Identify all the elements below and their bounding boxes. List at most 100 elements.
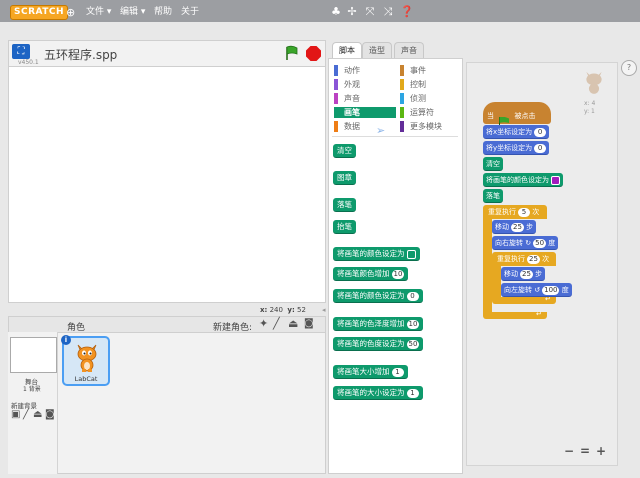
category-list-left: 动作 外观 声音 画笔 数据 — [334, 65, 396, 132]
repeat-outer-label: 重复执行 5 次 — [488, 207, 540, 217]
turn-left-block[interactable]: 向左旋转 ↺ 100 度 — [501, 283, 572, 297]
move-block-2[interactable]: 移动 25 步 — [501, 267, 546, 281]
cat-sprite-icon — [77, 344, 97, 372]
move-block-1[interactable]: 移动 25 步 — [492, 220, 537, 234]
arg-input[interactable]: 10 — [406, 319, 420, 329]
green-flag-icon — [498, 111, 510, 127]
category-pen[interactable]: 画笔 — [334, 107, 396, 118]
arg-input[interactable]: 100 — [542, 285, 560, 295]
block-set-pen-shade[interactable]: 将画笔的色度设定为 50 — [333, 337, 424, 351]
duplicate-icon[interactable]: ♣ — [330, 4, 342, 20]
pen-down-block[interactable]: 落笔 — [483, 189, 503, 203]
sprite-name: LabCat — [74, 375, 98, 383]
category-sensing[interactable]: 侦测 — [400, 93, 460, 104]
color-swatch[interactable] — [551, 175, 560, 185]
tab-sounds[interactable]: 声音 — [394, 42, 424, 58]
rotate-ccw-icon: ↺ — [534, 286, 541, 294]
sprite-x-info: x: 4 — [584, 100, 596, 107]
backdrop-library-icon[interactable]: ▣ — [11, 409, 20, 420]
zoom-out-icon[interactable]: − — [564, 444, 574, 458]
sprite-y-info: y: 1 — [584, 108, 595, 115]
sprite-library-icon[interactable]: ✦ — [259, 317, 268, 330]
tab-costumes[interactable]: 造型 — [362, 42, 392, 58]
set-y-block[interactable]: 将y坐标设定为 0 — [483, 141, 550, 155]
help-icon[interactable]: ❓ — [400, 4, 414, 20]
arg-input[interactable]: 0 — [534, 127, 547, 137]
loop-arrow-icon: ↵ — [536, 310, 542, 318]
info-icon[interactable]: i — [61, 335, 71, 345]
category-looks[interactable]: 外观 — [334, 79, 396, 90]
camera-backdrop-icon[interactable]: ◙ — [45, 409, 55, 420]
version-label: v450.1 — [18, 59, 39, 66]
menu-edit[interactable]: 编辑 ▾ — [120, 5, 145, 20]
repeat-outer-arm — [483, 219, 492, 312]
category-motion[interactable]: 动作 — [334, 65, 396, 76]
upload-sprite-icon[interactable]: ⏏ — [288, 317, 298, 330]
palette-divider — [332, 136, 458, 137]
menu-about[interactable]: 关于 — [181, 5, 199, 20]
stage-canvas[interactable] — [8, 66, 326, 303]
delete-icon[interactable]: ✢ — [346, 4, 358, 20]
zoom-in-icon[interactable]: + — [596, 444, 606, 458]
block-pen-up[interactable]: 抬笔 — [333, 220, 356, 234]
arg-input[interactable]: 50 — [533, 238, 547, 248]
category-data[interactable]: 数据 — [334, 121, 396, 132]
arg-input[interactable]: 5 — [518, 207, 530, 217]
block-set-pen-color-num[interactable]: 将画笔的颜色设定为 0 — [333, 289, 423, 303]
set-pen-color-block[interactable]: 将画笔的颜色设定为 — [483, 173, 563, 187]
category-list-right: 事件 控制 侦测 运算符 更多模块 — [400, 65, 460, 132]
arg-input[interactable]: 10 — [391, 269, 405, 279]
shrink-icon[interactable]: ⤨ — [382, 4, 394, 20]
block-change-pen-shade[interactable]: 将画笔的色泽度增加 10 — [333, 317, 424, 331]
new-sprite-label: 新建角色: — [213, 323, 253, 333]
block-change-pen-color[interactable]: 将画笔颜色增加 10 — [333, 267, 409, 281]
paint-new-sprite-icon[interactable]: ╱ — [273, 317, 280, 330]
stop-icon[interactable] — [306, 46, 321, 61]
arg-input[interactable]: 1 — [391, 367, 404, 377]
category-operators[interactable]: 运算符 — [400, 107, 460, 118]
clear-block[interactable]: 清空 — [483, 157, 503, 171]
block-clear[interactable]: 清空 — [333, 144, 356, 158]
arg-input[interactable]: 1 — [406, 388, 419, 398]
block-change-pen-size[interactable]: 将画笔大小增加 1 — [333, 365, 408, 379]
menu-help[interactable]: 帮助 — [154, 5, 172, 20]
repeat-inner-arm — [492, 266, 501, 298]
category-more-blocks[interactable]: 更多模块 — [400, 121, 460, 132]
block-stamp[interactable]: 图章 — [333, 171, 356, 185]
block-set-pen-color-swatch[interactable]: 将画笔的颜色设定为 — [333, 247, 420, 261]
sprite-tile[interactable]: i LabCat — [61, 335, 110, 386]
category-sound[interactable]: 声音 — [334, 93, 396, 104]
scratch-logo[interactable]: SCRATCH — [10, 5, 69, 20]
green-flag-icon[interactable] — [284, 45, 300, 61]
category-events[interactable]: 事件 — [400, 65, 460, 76]
set-x-block[interactable]: 将x坐标设定为 0 — [483, 125, 550, 139]
color-swatch[interactable] — [406, 249, 416, 259]
arg-input[interactable]: 25 — [511, 222, 524, 232]
rotate-cw-icon: ↻ — [525, 239, 532, 247]
paint-backdrop-icon[interactable]: ╱ — [23, 409, 29, 420]
arg-input[interactable]: 0 — [534, 143, 547, 153]
tab-scripts[interactable]: 脚本 — [332, 42, 362, 58]
when-flag-clicked-hat[interactable]: 当 被点击 — [483, 102, 551, 127]
block-set-pen-size[interactable]: 将画笔的大小设定为 1 — [333, 386, 423, 400]
arg-input[interactable]: 25 — [520, 269, 533, 279]
project-title[interactable]: 五环程序.spp — [44, 46, 117, 63]
upload-backdrop-icon[interactable]: ⏏ — [33, 409, 42, 420]
mouse-coordinates: x: 240 y: 52 — [260, 306, 306, 314]
collapse-arrow-icon[interactable]: ◂ — [322, 306, 326, 314]
repeat-inner-label: 重复执行 25 次 — [497, 254, 550, 264]
stage-thumbnail[interactable] — [10, 337, 57, 373]
grow-icon[interactable]: ⤧ — [364, 4, 376, 20]
menu-file[interactable]: 文件 ▾ — [86, 5, 111, 20]
block-pen-down[interactable]: 落笔 — [333, 198, 356, 212]
zoom-reset-icon[interactable]: = — [580, 444, 590, 458]
arg-input[interactable]: 50 — [406, 339, 420, 349]
turn-right-block[interactable]: 向右旋转 ↻ 50 度 — [492, 236, 559, 250]
help-tips-icon[interactable]: ? — [621, 60, 637, 76]
camera-sprite-icon[interactable]: ◙ — [304, 318, 314, 329]
arg-input[interactable]: 0 — [406, 291, 419, 301]
presentation-mode-icon[interactable]: ⛶ — [12, 44, 30, 59]
category-control[interactable]: 控制 — [400, 79, 460, 90]
globe-icon[interactable]: ⊕ — [66, 5, 75, 20]
arg-input[interactable]: 25 — [527, 254, 540, 264]
